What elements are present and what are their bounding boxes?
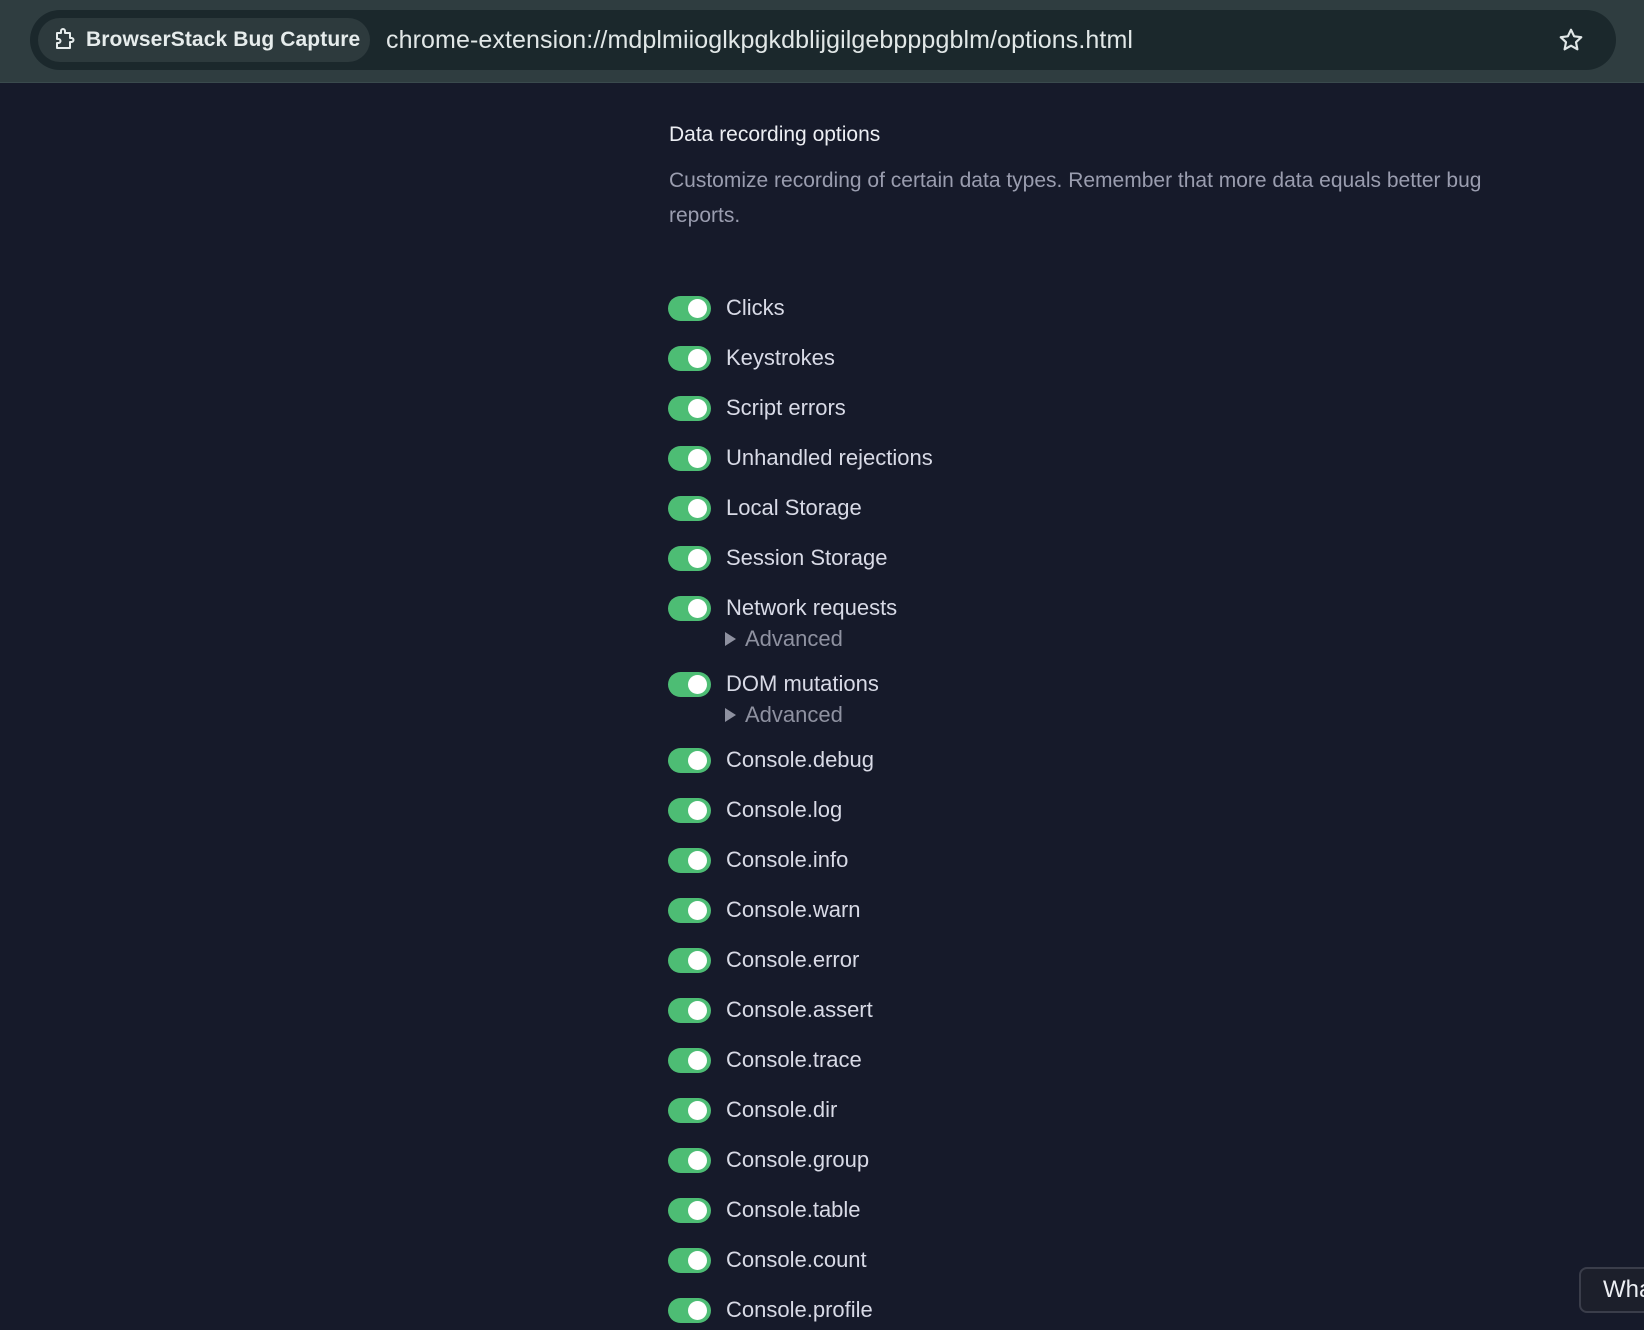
option-row: Unhandled rejections bbox=[668, 433, 933, 483]
option-row: Console.error bbox=[668, 935, 933, 985]
option-row: Console.info bbox=[668, 835, 933, 885]
disclosure-triangle-icon bbox=[725, 632, 736, 646]
toggle-switch[interactable] bbox=[668, 295, 711, 321]
toggle-switch[interactable] bbox=[668, 1297, 711, 1323]
option-label: Console.trace bbox=[726, 1047, 862, 1072]
toggle-knob bbox=[688, 448, 707, 468]
advanced-label: Advanced bbox=[745, 626, 843, 651]
toggle-knob bbox=[688, 900, 707, 920]
option-label: Console.warn bbox=[726, 897, 861, 922]
toggle-knob bbox=[688, 1250, 707, 1270]
disclosure-triangle-icon bbox=[725, 708, 736, 722]
toggle-switch[interactable] bbox=[668, 997, 711, 1023]
toggle-switch[interactable] bbox=[668, 595, 711, 621]
toggle-knob bbox=[688, 850, 707, 870]
option-label: Console.info bbox=[726, 847, 849, 872]
toggle-knob bbox=[688, 1200, 707, 1220]
toggle-knob bbox=[688, 1100, 707, 1120]
toggle-switch[interactable] bbox=[668, 1197, 711, 1223]
toggle-switch[interactable] bbox=[668, 897, 711, 923]
toggle-switch[interactable] bbox=[668, 545, 711, 571]
option-label: Console.assert bbox=[726, 997, 873, 1022]
toggle-switch[interactable] bbox=[668, 345, 711, 371]
option-label: Local Storage bbox=[726, 495, 862, 520]
option-label: DOM mutations bbox=[726, 671, 879, 696]
option-label: Console.table bbox=[726, 1197, 861, 1222]
toggle-switch[interactable] bbox=[668, 1097, 711, 1123]
option-label: Console.count bbox=[726, 1247, 867, 1272]
option-label: Console.group bbox=[726, 1147, 870, 1172]
toggle-knob bbox=[688, 598, 707, 618]
extension-chip-label: BrowserStack Bug Capture bbox=[86, 28, 361, 51]
option-row: Clicks bbox=[668, 283, 933, 333]
toggle-knob bbox=[688, 750, 707, 770]
option-label: Script errors bbox=[726, 395, 846, 420]
toggle-knob bbox=[688, 498, 707, 518]
option-label: Console.profile bbox=[726, 1297, 873, 1322]
option-row: Console.profile bbox=[668, 1285, 933, 1330]
option-row: Local Storage bbox=[668, 483, 933, 533]
option-row: Console.log bbox=[668, 785, 933, 835]
toggle-knob bbox=[688, 398, 707, 418]
toggle-knob bbox=[688, 950, 707, 970]
toggle-switch[interactable] bbox=[668, 947, 711, 973]
toggle-knob bbox=[688, 298, 707, 318]
toggle-switch[interactable] bbox=[668, 395, 711, 421]
toggle-switch[interactable] bbox=[668, 797, 711, 823]
option-label: Keystrokes bbox=[726, 345, 835, 370]
option-row: Script errors bbox=[668, 383, 933, 433]
section-title: Data recording options bbox=[669, 123, 881, 146]
advanced-label: Advanced bbox=[745, 702, 843, 727]
option-row: Console.count bbox=[668, 1235, 933, 1285]
option-label: Console.debug bbox=[726, 747, 875, 772]
option-label: Console.dir bbox=[726, 1097, 838, 1122]
section-description: Customize recording of certain data type… bbox=[669, 169, 1482, 227]
advanced-disclosure[interactable]: Advanced bbox=[668, 621, 933, 657]
option-row: Console.debug bbox=[668, 735, 933, 785]
option-row: Console.assert bbox=[668, 985, 933, 1035]
option-row: Console.table bbox=[668, 1185, 933, 1235]
toggle-knob bbox=[688, 1300, 707, 1320]
star-outline-icon[interactable] bbox=[1556, 25, 1586, 55]
toggle-switch[interactable] bbox=[668, 747, 711, 773]
toggle-knob bbox=[688, 548, 707, 568]
option-row: Console.trace bbox=[668, 1035, 933, 1085]
toggle-knob bbox=[688, 1000, 707, 1020]
toggle-switch[interactable] bbox=[668, 847, 711, 873]
extension-chip[interactable]: BrowserStack Bug Capture bbox=[38, 18, 370, 62]
option-label: Session Storage bbox=[726, 545, 888, 570]
url-text[interactable]: chrome-extension://mdplmiioglkpgkdblijgi… bbox=[386, 10, 1133, 70]
option-label: Console.log bbox=[726, 797, 843, 822]
option-row: Console.group bbox=[668, 1135, 933, 1185]
toggle-switch[interactable] bbox=[668, 1247, 711, 1273]
toggle-knob bbox=[688, 348, 707, 368]
option-label: Clicks bbox=[726, 295, 785, 320]
toggle-switch[interactable] bbox=[668, 495, 711, 521]
toggle-switch[interactable] bbox=[668, 1147, 711, 1173]
option-row: Console.warn bbox=[668, 885, 933, 935]
address-bar[interactable]: BrowserStack Bug Capture chrome-extensio… bbox=[30, 10, 1616, 70]
toggle-knob bbox=[688, 800, 707, 820]
options-list: Clicks Keystrokes Script errors Unhandled r… bbox=[668, 283, 933, 1330]
puzzle-piece-icon bbox=[52, 28, 76, 52]
option-row: Console.dir bbox=[668, 1085, 933, 1135]
toggle-switch[interactable] bbox=[668, 445, 711, 471]
option-label: Network requests bbox=[726, 595, 898, 620]
toggle-knob bbox=[688, 1050, 707, 1070]
whats-new-button[interactable]: What's new bbox=[1579, 1267, 1644, 1313]
option-row: Keystrokes bbox=[668, 333, 933, 383]
browser-toolbar: BrowserStack Bug Capture chrome-extensio… bbox=[0, 0, 1644, 83]
toggle-knob bbox=[688, 1150, 707, 1170]
data-recording-section: Data recording options Customize recordi… bbox=[669, 120, 1509, 233]
toggle-knob bbox=[688, 674, 707, 694]
option-row: Session Storage bbox=[668, 533, 933, 583]
toggle-switch[interactable] bbox=[668, 671, 711, 697]
toggle-switch[interactable] bbox=[668, 1047, 711, 1073]
advanced-disclosure[interactable]: Advanced bbox=[668, 697, 933, 733]
option-label: Console.error bbox=[726, 947, 860, 972]
option-label: Unhandled rejections bbox=[726, 445, 933, 470]
